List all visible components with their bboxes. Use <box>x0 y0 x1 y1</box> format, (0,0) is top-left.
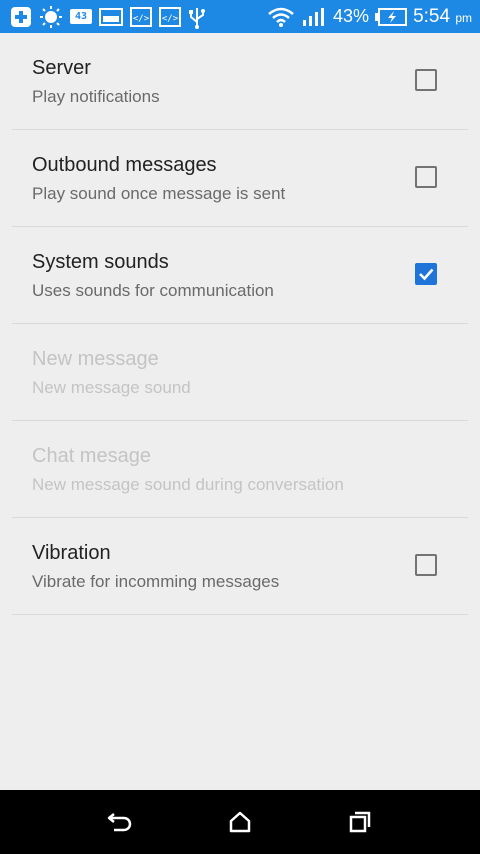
setting-new-message: New message New message sound <box>12 324 468 421</box>
code-icon: </> <box>159 5 181 29</box>
usb-icon <box>188 5 206 29</box>
add-icon <box>10 5 32 29</box>
signal-icon <box>301 5 327 29</box>
clock: 5:54 pm <box>413 6 472 28</box>
setting-outbound-messages[interactable]: Outbound messages Play sound once messag… <box>12 130 468 227</box>
badge-icon: 43 <box>70 5 92 29</box>
checkmark-icon <box>419 268 434 281</box>
system-sounds-checkbox[interactable] <box>415 263 437 285</box>
system-indicators: 43% 5:54 pm <box>267 5 472 29</box>
setting-summary: Play notifications <box>32 87 160 106</box>
svg-text:</>: </> <box>133 14 150 24</box>
status-bar: 43 </> </> 43% 5:54 pm <box>0 0 480 33</box>
outbound-messages-checkbox[interactable] <box>415 166 437 188</box>
setting-summary: Play sound once message is sent <box>32 184 286 203</box>
battery-percent: 43% <box>333 6 370 26</box>
setting-vibration[interactable]: Vibration Vibrate for incomming messages <box>12 518 468 615</box>
setting-system-sounds[interactable]: System sounds Uses sounds for communicat… <box>12 227 468 324</box>
setting-title: Outbound messages <box>32 154 217 176</box>
setting-title: System sounds <box>32 251 169 273</box>
setting-summary: Uses sounds for communication <box>32 281 274 300</box>
home-button[interactable] <box>216 798 264 846</box>
clock-suffix: pm <box>455 10 472 25</box>
setting-title: Vibration <box>32 542 111 564</box>
weather-icon <box>39 5 63 29</box>
home-icon <box>229 811 251 833</box>
setting-title: New message <box>32 348 159 370</box>
server-checkbox[interactable] <box>415 69 437 91</box>
clock-time: 5:54 <box>413 5 451 27</box>
svg-text:</>: </> <box>162 14 179 24</box>
wifi-icon <box>267 5 295 29</box>
recents-button[interactable] <box>336 798 384 846</box>
back-button[interactable] <box>96 798 144 846</box>
setting-chat-message: Chat mesage New message sound during con… <box>12 421 468 518</box>
battery-charging-icon <box>375 5 408 29</box>
back-icon <box>107 813 132 832</box>
setting-summary: New message sound <box>32 378 191 397</box>
setting-summary: New message sound during conversation <box>32 475 344 494</box>
badge-text: 43 <box>70 9 92 24</box>
notification-icons: 43 </> </> <box>10 5 206 29</box>
setting-summary: Vibrate for incomming messages <box>32 572 280 591</box>
vibration-checkbox[interactable] <box>415 554 437 576</box>
recents-icon <box>349 811 371 833</box>
code-icon: </> <box>130 5 152 29</box>
setting-title: Chat mesage <box>32 445 151 467</box>
setting-server[interactable]: Server Play notifications <box>12 33 468 130</box>
settings-list: Server Play notifications Outbound messa… <box>12 33 468 615</box>
navigation-bar <box>0 790 480 854</box>
setting-title: Server <box>32 57 91 79</box>
image-icon <box>99 5 123 29</box>
